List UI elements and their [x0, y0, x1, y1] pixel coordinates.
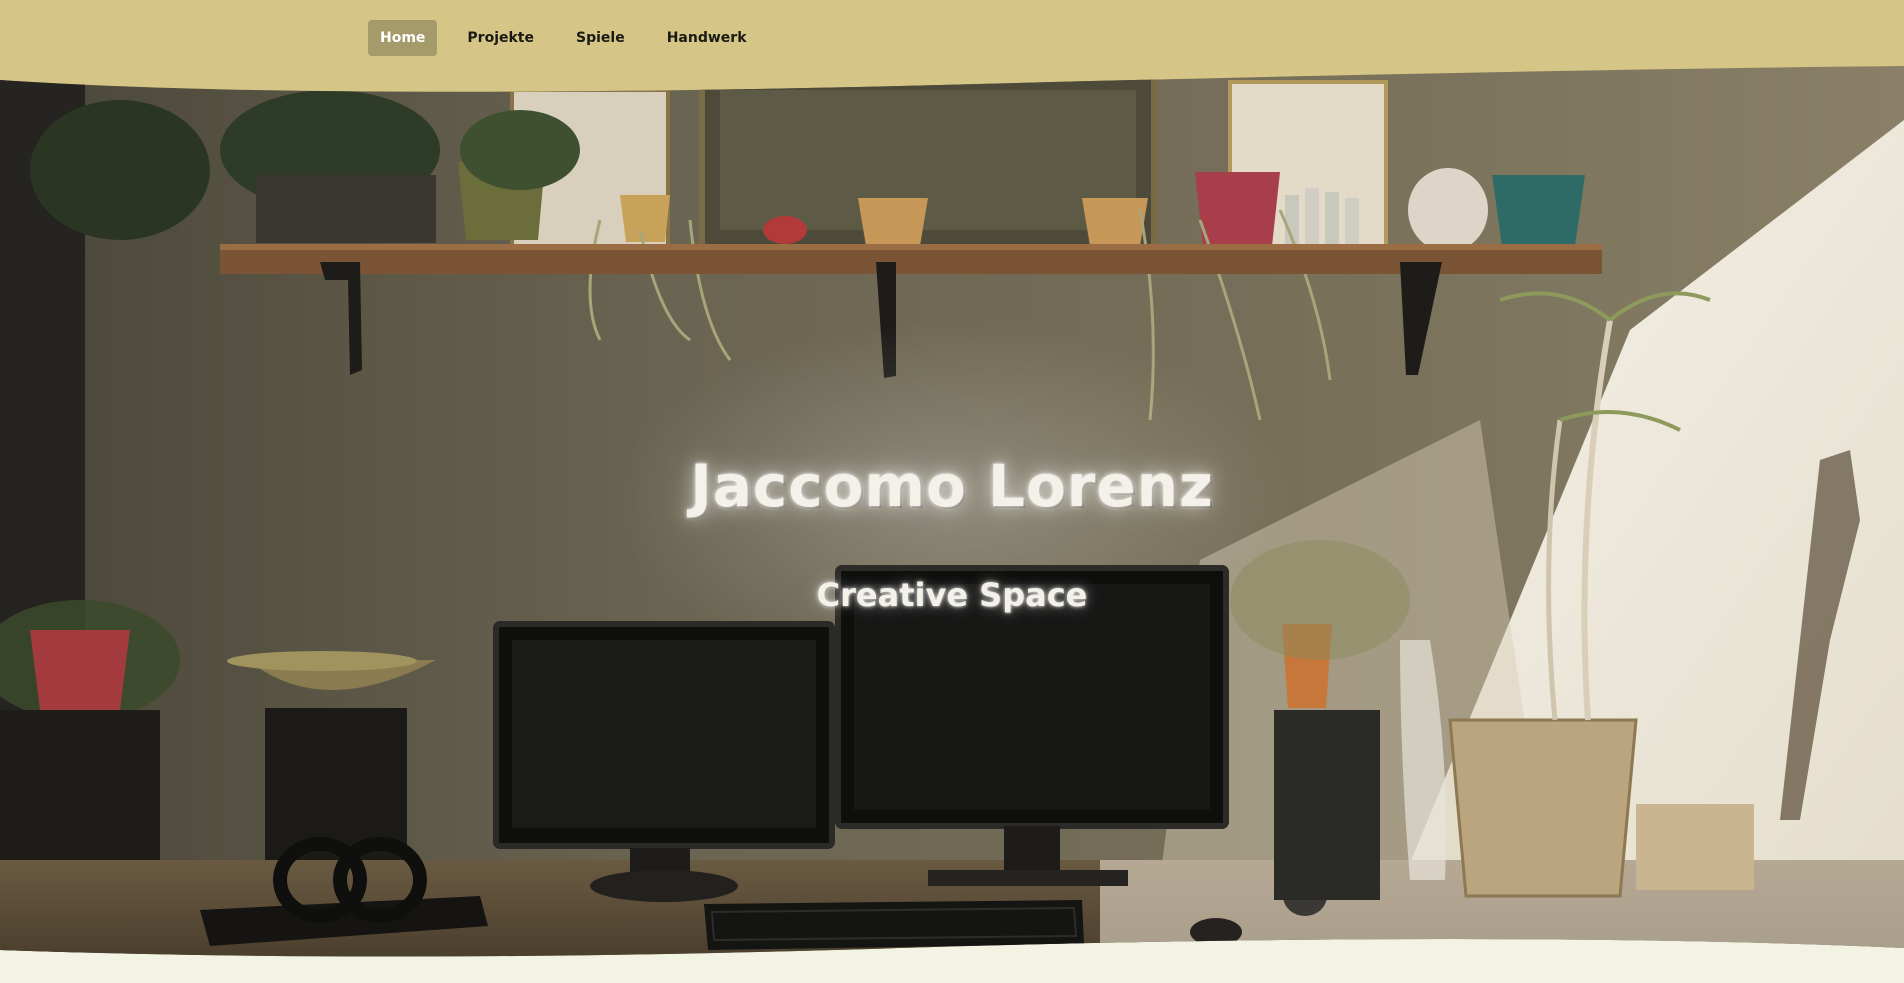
- page: Home Projekte Spiele Handwerk Jaccomo Lo…: [0, 0, 1904, 983]
- nav-home[interactable]: Home: [368, 20, 438, 56]
- main-nav: Home Projekte Spiele Handwerk: [368, 20, 773, 56]
- hero-image: [0, 66, 1904, 957]
- nav-projekte[interactable]: Projekte: [455, 20, 546, 56]
- nav-spiele[interactable]: Spiele: [564, 20, 637, 56]
- nav-handwerk[interactable]: Handwerk: [655, 20, 759, 56]
